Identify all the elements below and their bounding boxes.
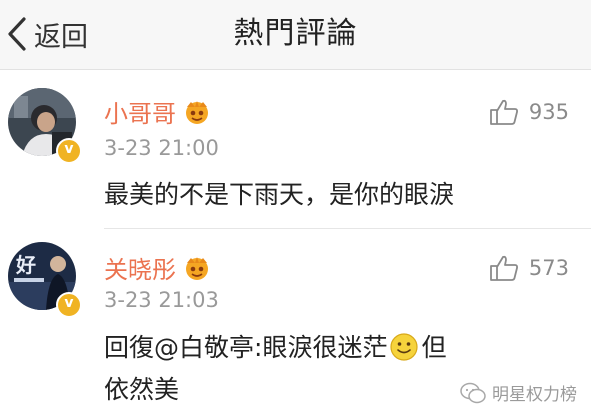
username[interactable]: 关晓彤 [104,250,176,285]
mention-link[interactable]: @白敬亭 [154,333,254,362]
username[interactable]: 小哥哥 [104,94,176,129]
thumbs-up-icon [490,99,518,125]
comment-text-mid: :眼淚很迷茫 [254,333,388,362]
like-count: 935 [528,100,569,124]
comment-item: v 小哥哥 3-23 21:00 935 最美的不是下雨天，是你的眼淚 [0,70,591,228]
like-count: 573 [528,256,569,280]
vip-crown-icon [186,100,208,124]
comment-timestamp: 3-23 21:00 [104,136,219,160]
verified-badge-icon: v [56,292,82,318]
svg-text:好: 好 [15,253,36,277]
like-button[interactable]: 935 [489,98,569,126]
verified-badge-icon: v [56,138,82,164]
comment-text: 最美的不是下雨天，是你的眼淚 [104,180,455,209]
watermark: 明星权力榜 [460,380,577,405]
watermark-text: 明星权力榜 [492,385,577,405]
page-title: 熱門評論 [233,16,358,51]
comment-text: 回復@白敬亭:眼淚很迷茫 但依然美 [104,327,464,411]
thumbs-up-icon [490,255,518,281]
vip-crown-icon [186,256,208,280]
top-nav-bar: 返回 熱門評論 [0,0,591,70]
reply-prefix: 回復 [104,333,155,362]
smiley-emoji-icon [390,333,419,361]
like-button[interactable]: 573 [489,254,569,282]
comment-timestamp: 3-23 21:03 [104,288,219,312]
wechat-icon [460,382,486,403]
